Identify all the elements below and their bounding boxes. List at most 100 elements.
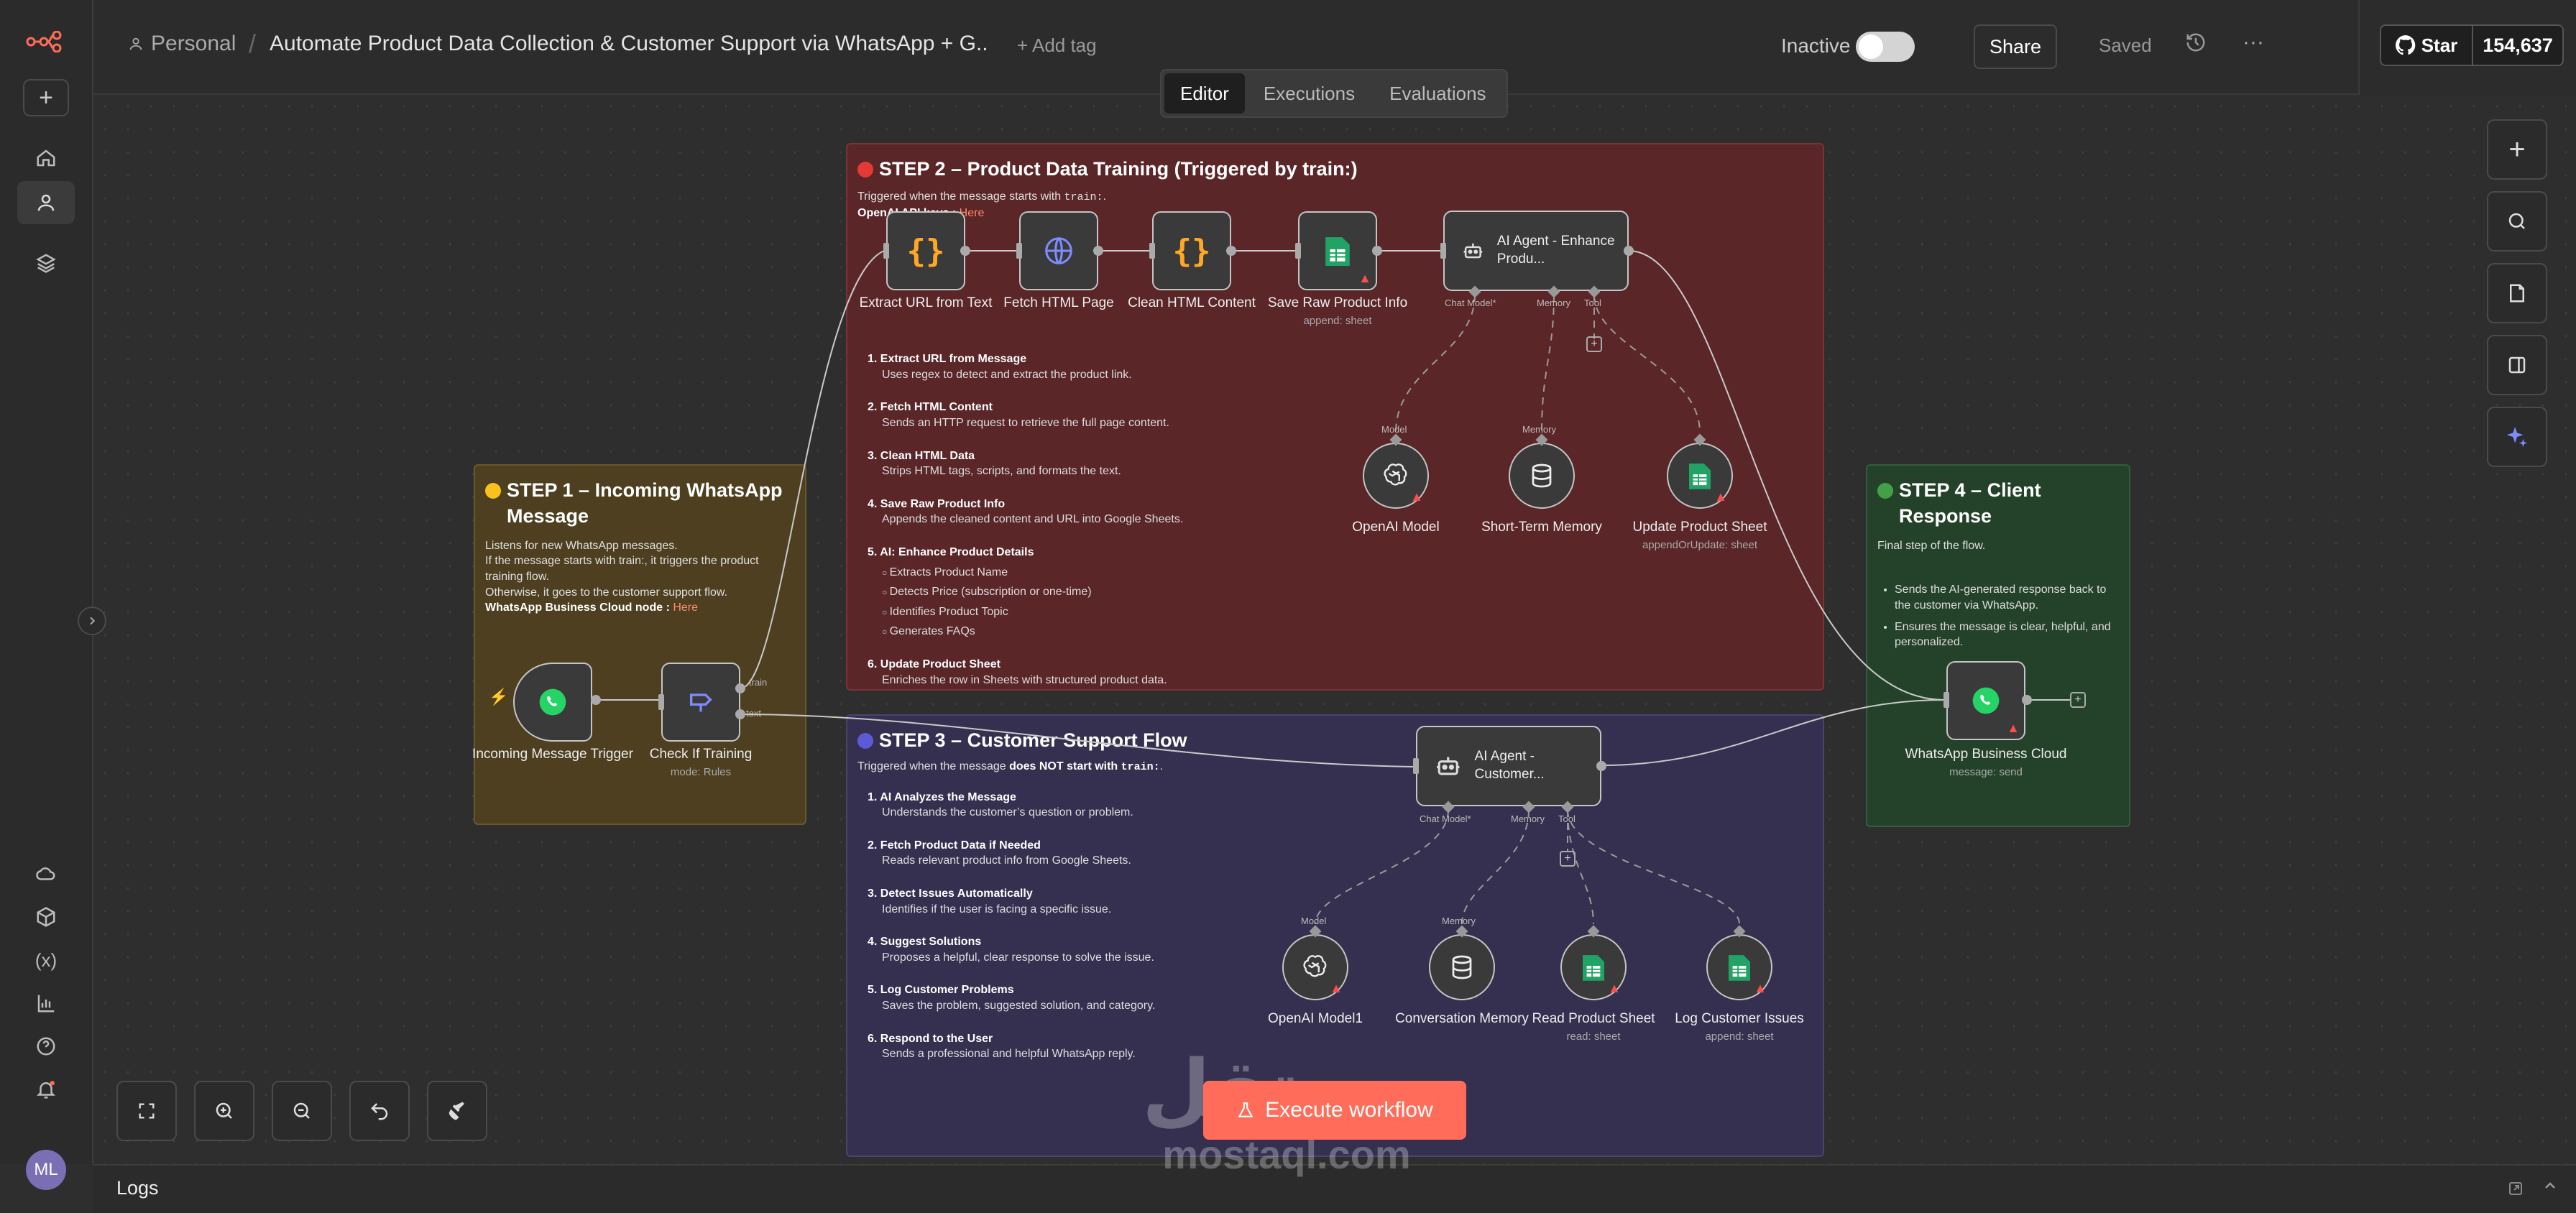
robot-icon bbox=[1463, 243, 1483, 259]
whatsapp-icon bbox=[539, 688, 566, 716]
breadcrumb-separator: / bbox=[249, 29, 257, 58]
variables-icon[interactable]: (x) bbox=[17, 938, 75, 982]
node-fetch-html[interactable] bbox=[1019, 211, 1098, 290]
workflow-title[interactable]: Automate Product Data Collection & Custo… bbox=[270, 32, 988, 56]
port-in[interactable] bbox=[658, 694, 664, 710]
add-node-button[interactable]: + bbox=[2070, 692, 2086, 708]
github-star-button[interactable]: Star bbox=[2380, 24, 2473, 66]
node-agent1-label: AI Agent - Enhance Produ... bbox=[1496, 234, 1615, 267]
active-toggle[interactable] bbox=[1856, 32, 1915, 62]
n8n-logo[interactable] bbox=[17, 20, 75, 63]
undo-icon[interactable] bbox=[349, 1081, 410, 1141]
chevron-up-icon[interactable] bbox=[2542, 1177, 2559, 1199]
execute-workflow-button[interactable]: Execute workflow bbox=[1203, 1081, 1466, 1140]
add-tool-button[interactable]: + bbox=[1560, 851, 1576, 867]
zoom-in-icon[interactable] bbox=[194, 1081, 254, 1141]
add-node-plus-icon[interactable]: + bbox=[2487, 119, 2547, 180]
tidy-up-broom-icon[interactable] bbox=[427, 1081, 487, 1141]
more-options-icon[interactable]: ··· bbox=[2242, 30, 2264, 55]
port-in[interactable] bbox=[1149, 243, 1155, 259]
node-clean-html[interactable]: {} bbox=[1152, 211, 1231, 290]
port-out[interactable] bbox=[1596, 761, 1606, 771]
insights-chart-icon[interactable] bbox=[17, 982, 75, 1025]
port-out[interactable] bbox=[960, 246, 970, 256]
history-icon[interactable] bbox=[2185, 32, 2207, 57]
port-out[interactable] bbox=[1372, 246, 1382, 256]
saved-status: Saved bbox=[2099, 34, 2152, 56]
node-openai-model[interactable]: ▲ bbox=[1363, 443, 1429, 509]
warning-icon: ▲ bbox=[1714, 489, 1727, 504]
node-log-customer-issues[interactable]: ▲ bbox=[1706, 934, 1772, 1000]
port-out[interactable] bbox=[2022, 695, 2032, 705]
wire-agent2-to-whatsapp bbox=[1601, 699, 1945, 766]
port-out[interactable] bbox=[1093, 246, 1103, 256]
robot-icon bbox=[1437, 757, 1460, 775]
port-in[interactable] bbox=[1440, 243, 1446, 259]
logs-panel[interactable]: Logs bbox=[93, 1164, 2576, 1213]
panel-toggle-icon[interactable] bbox=[2487, 335, 2547, 395]
add-tool-button[interactable]: + bbox=[1586, 336, 1602, 352]
port-tool-label: Tool bbox=[1558, 813, 1576, 824]
node-incoming-message-trigger[interactable] bbox=[513, 663, 592, 742]
ai-assistant-sparkle-icon[interactable] bbox=[2487, 407, 2547, 467]
port-in[interactable] bbox=[1016, 243, 1022, 259]
tab-evaluations[interactable]: Evaluations bbox=[1374, 73, 1501, 114]
node-check-sub: mode: Rules bbox=[670, 765, 732, 778]
tab-executions[interactable]: Executions bbox=[1248, 73, 1371, 114]
port-memory-label: Memory bbox=[1442, 915, 1476, 926]
node-readsheet-title: Read Product Sheet bbox=[1532, 1011, 1655, 1026]
node-update-product-sheet[interactable]: ▲ bbox=[1667, 443, 1733, 509]
node-check-label: Check If Training mode: Rules bbox=[615, 746, 787, 779]
port-in[interactable] bbox=[1295, 243, 1301, 259]
port-memory-label: Memory bbox=[1537, 298, 1570, 308]
node-openai-model1[interactable]: ▲ bbox=[1282, 934, 1348, 1000]
templates-cloud-icon[interactable] bbox=[17, 852, 75, 895]
port-out-train[interactable] bbox=[735, 683, 745, 693]
search-icon[interactable] bbox=[2487, 191, 2547, 252]
notifications-bell-icon[interactable] bbox=[17, 1068, 75, 1111]
port-out-text[interactable] bbox=[735, 709, 745, 719]
wire-update-sheet-tool bbox=[1593, 294, 1701, 433]
github-star-count[interactable]: 154,637 bbox=[2473, 24, 2564, 66]
pop-out-icon[interactable] bbox=[2507, 1180, 2524, 1201]
share-button[interactable]: Share bbox=[1974, 24, 2057, 69]
wire-read-sheet-tool bbox=[1567, 809, 1594, 925]
workflow-canvas[interactable]: STEP 1 – Incoming WhatsApp Message Liste… bbox=[93, 95, 2576, 1164]
port-out[interactable] bbox=[1226, 246, 1236, 256]
node-ai-agent-customer[interactable]: AI Agent - Customer... bbox=[1416, 726, 1601, 806]
node-read-product-sheet[interactable]: ▲ bbox=[1560, 934, 1627, 1000]
zoom-out-icon[interactable] bbox=[272, 1081, 332, 1141]
port-out[interactable] bbox=[1624, 246, 1634, 256]
port-in[interactable] bbox=[1944, 692, 1949, 708]
breadcrumb-project[interactable]: Personal bbox=[128, 32, 236, 56]
warning-icon: ▲ bbox=[1754, 981, 1767, 995]
active-status-label: Inactive bbox=[1781, 34, 1851, 57]
projects-layers-icon[interactable] bbox=[17, 241, 75, 285]
fit-view-icon[interactable] bbox=[116, 1081, 177, 1141]
home-icon[interactable] bbox=[17, 137, 75, 180]
node-ai-agent-enhance[interactable]: AI Agent - Enhance Produ... bbox=[1443, 211, 1629, 291]
port-out[interactable] bbox=[591, 695, 601, 705]
node-whatsapp-business-cloud[interactable]: ▲ bbox=[1946, 661, 2025, 740]
node-incoming-label: Incoming Message Trigger bbox=[472, 747, 633, 762]
port-in[interactable] bbox=[1413, 758, 1419, 774]
packages-icon[interactable] bbox=[17, 895, 75, 938]
port-in[interactable] bbox=[883, 243, 889, 259]
tab-editor[interactable]: Editor bbox=[1164, 73, 1245, 114]
help-icon[interactable] bbox=[17, 1025, 75, 1068]
left-sidebar: + (x) ML bbox=[0, 0, 93, 1190]
personal-user-icon[interactable] bbox=[17, 181, 75, 224]
sticky-note-icon[interactable] bbox=[2487, 263, 2547, 323]
add-button[interactable]: + bbox=[23, 79, 69, 116]
node-extract-url[interactable]: {} bbox=[886, 211, 965, 290]
github-panel: Star 154,637 bbox=[2358, 0, 2576, 95]
expand-sidebar-chevron-icon[interactable] bbox=[78, 606, 106, 635]
node-conversation-memory[interactable] bbox=[1429, 934, 1495, 1000]
output-text-label: text bbox=[746, 708, 761, 719]
add-tag-button[interactable]: + Add tag bbox=[1017, 34, 1097, 57]
node-short-term-memory[interactable] bbox=[1509, 443, 1575, 509]
node-check-if-training[interactable] bbox=[661, 663, 740, 742]
code-braces-icon: {} bbox=[1172, 232, 1211, 269]
avatar[interactable]: ML bbox=[26, 1150, 66, 1190]
node-save-raw-product-info[interactable]: ▲ bbox=[1298, 211, 1377, 290]
